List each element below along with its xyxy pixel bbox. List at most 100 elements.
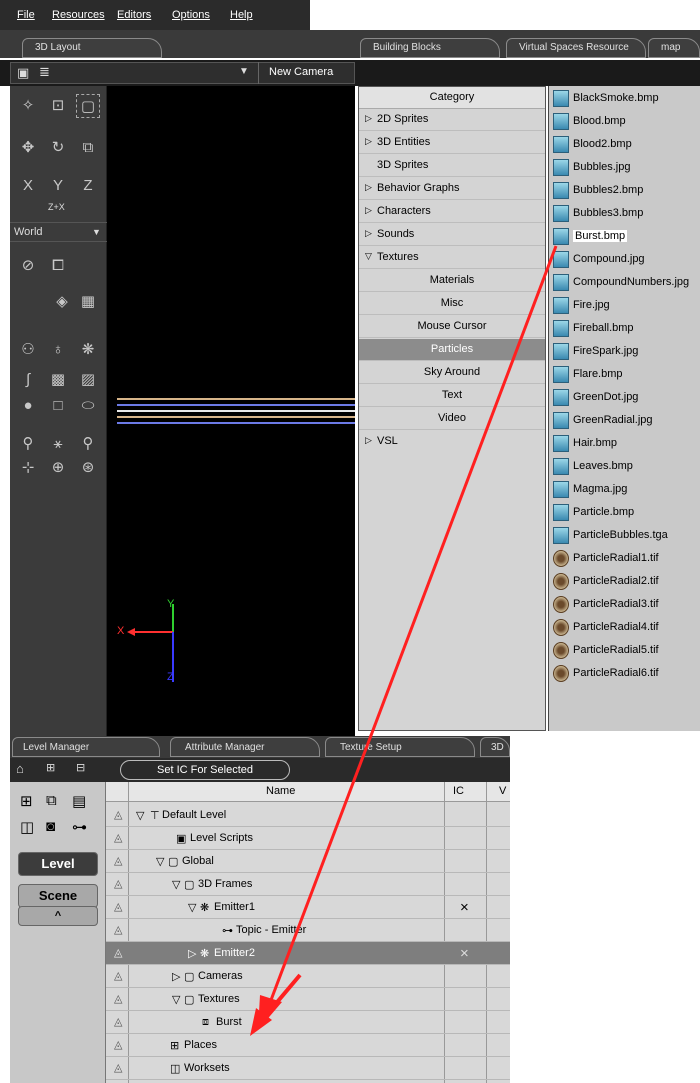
new-camera-button[interactable]: New Camera xyxy=(258,62,355,84)
home-icon[interactable]: ⌂ xyxy=(16,761,24,776)
category-materials[interactable]: Materials xyxy=(359,270,545,292)
file-item[interactable]: BlackSmoke.bmp xyxy=(549,88,700,111)
remove-level-icon[interactable]: ⊟ xyxy=(76,761,85,774)
file-item[interactable]: Blood2.bmp xyxy=(549,134,700,157)
tree-row-burst[interactable]: ◬ ⧈ Burst xyxy=(106,1011,510,1034)
expand-icon[interactable]: ▽ xyxy=(188,901,196,914)
portal-icon[interactable]: ⚹ xyxy=(46,432,70,456)
tree-row-3d-frames[interactable]: ◬ ▽ ▢ 3D Frames xyxy=(106,873,510,896)
axis-y-icon[interactable]: Y xyxy=(46,174,70,198)
tab-level-manager[interactable]: Level Manager xyxy=(12,737,160,757)
category-particles[interactable]: Particles xyxy=(359,339,545,361)
chevron-down-icon[interactable]: ▼ xyxy=(239,66,249,77)
tree-row-cameras[interactable]: ◬ ▷ ▢ Cameras xyxy=(106,965,510,988)
hierarchy-view-icon[interactable]: ⊶ xyxy=(72,818,87,836)
tree-row-level-scripts[interactable]: ◬ ▣ Level Scripts xyxy=(106,827,510,850)
category-2d-sprites[interactable]: ▷ 2D Sprites xyxy=(359,109,545,131)
menu-help[interactable]: Help xyxy=(230,9,253,21)
visibility-icon[interactable]: ◬ xyxy=(114,877,126,890)
box-icon[interactable]: □ xyxy=(46,394,70,418)
expand-icon[interactable]: ▽ xyxy=(136,809,144,822)
character-icon[interactable]: ⚇ xyxy=(16,338,40,362)
curve-icon[interactable]: ∫ xyxy=(16,368,40,392)
visibility-icon[interactable]: ◬ xyxy=(114,808,126,821)
move-icon[interactable]: ✥ xyxy=(16,136,40,160)
file-item[interactable]: Leaves.bmp xyxy=(549,456,700,479)
visibility-icon[interactable]: ◬ xyxy=(114,1015,126,1028)
column-name[interactable]: Name xyxy=(266,785,295,797)
visibility-icon[interactable]: ◬ xyxy=(114,969,126,982)
set-ic-button[interactable]: Set IC For Selected xyxy=(120,760,290,780)
cylinder-icon[interactable]: ⬭ xyxy=(76,394,100,418)
tree-row-worksets[interactable]: ◬ ◫ Worksets xyxy=(106,1057,510,1080)
file-item[interactable]: GreenRadial.jpg xyxy=(549,410,700,433)
file-item[interactable]: Bubbles2.bmp xyxy=(549,180,700,203)
category-mouse-cursor[interactable]: Mouse Cursor xyxy=(359,316,545,338)
ic-mark[interactable]: × xyxy=(460,945,469,962)
copy-view-icon[interactable]: ⧉ xyxy=(46,792,57,809)
category-text[interactable]: Text xyxy=(359,385,545,407)
list-view-icon[interactable]: ▤ xyxy=(72,792,86,810)
tree-row-topic-emitter[interactable]: ◬ ⊶ Topic - Emitter xyxy=(106,919,510,942)
column-ic[interactable]: IC xyxy=(453,785,464,797)
expand-icon[interactable]: ▽ xyxy=(172,878,180,891)
place-icon[interactable]: ⚲ xyxy=(16,432,40,456)
expand-icon[interactable]: ▽ xyxy=(156,855,164,868)
pivot-icon[interactable]: ⊕ xyxy=(46,456,70,480)
tab-texture-setup[interactable]: Texture Setup xyxy=(325,737,475,757)
scale-icon[interactable]: ⧉ xyxy=(76,136,100,160)
link-icon[interactable]: ⊘ xyxy=(16,254,40,278)
3d-viewport[interactable]: Y X Z xyxy=(107,86,355,736)
expand-icon[interactable]: ▷ xyxy=(188,947,196,960)
file-item[interactable]: CompoundNumbers.jpg xyxy=(549,272,700,295)
category-sky-around[interactable]: Sky Around xyxy=(359,362,545,384)
file-item[interactable]: Blood.bmp xyxy=(549,111,700,134)
category-sounds[interactable]: ▷ Sounds xyxy=(359,224,545,246)
menu-resources[interactable]: Resources xyxy=(52,9,105,21)
file-item[interactable]: Particle.bmp xyxy=(549,502,700,525)
file-item[interactable]: Hair.bmp xyxy=(549,433,700,456)
file-item[interactable]: Bubbles3.bmp xyxy=(549,203,700,226)
category-vsl[interactable]: ▷ VSL xyxy=(359,431,545,453)
visibility-icon[interactable]: ◬ xyxy=(114,831,126,844)
file-item[interactable]: ParticleBubbles.tga xyxy=(549,525,700,548)
menu-file[interactable]: File xyxy=(17,9,35,21)
light-icon[interactable]: ♁ xyxy=(46,338,70,362)
level-button[interactable]: Level xyxy=(18,852,98,876)
particle-icon[interactable]: ❋ xyxy=(76,338,100,362)
category-3d-entities[interactable]: ▷ 3D Entities xyxy=(359,132,545,154)
sphere-icon[interactable]: ● xyxy=(16,394,40,418)
file-item[interactable]: Magma.jpg xyxy=(549,479,700,502)
visibility-icon[interactable]: ◬ xyxy=(114,900,126,913)
tree-row-emitter2[interactable]: ◬ ▷ ❋ Emitter2 × xyxy=(106,942,510,965)
file-item[interactable]: ParticleRadial2.tif xyxy=(549,571,700,594)
frame-select-icon[interactable]: ▢ xyxy=(76,94,100,118)
curve-point-icon[interactable]: ⊹ xyxy=(16,456,40,480)
file-item[interactable]: Bubbles.jpg xyxy=(549,157,700,180)
file-item[interactable]: Fire.jpg xyxy=(549,295,700,318)
visibility-icon[interactable]: ◬ xyxy=(114,946,126,959)
file-item[interactable]: Flare.bmp xyxy=(549,364,700,387)
tab-attribute-manager[interactable]: Attribute Manager xyxy=(170,737,320,757)
tab-3d-layout[interactable]: 3D Layout xyxy=(22,38,162,58)
tree-row-default-level[interactable]: ◬ ▽ ⊤ Default Level xyxy=(106,804,510,827)
menu-editors[interactable]: Editors xyxy=(117,9,151,21)
plane-icon[interactable]: ▨ xyxy=(76,368,100,392)
file-item[interactable]: ParticleRadial3.tif xyxy=(549,594,700,617)
file-item[interactable]: GreenDot.jpg xyxy=(549,387,700,410)
world-dropdown[interactable]: World ▼ xyxy=(10,222,107,242)
tree-row-textures[interactable]: ◬ ▽ ▢ Textures xyxy=(106,988,510,1011)
copy-icon[interactable]: ⧠ xyxy=(46,254,70,278)
ic-mark[interactable]: × xyxy=(460,899,469,916)
zoom-icon[interactable]: ⚲ xyxy=(76,432,100,456)
category-misc[interactable]: Misc xyxy=(359,293,545,315)
menu-options[interactable]: Options xyxy=(172,9,210,21)
visibility-icon[interactable]: ◬ xyxy=(114,1061,126,1074)
file-item[interactable]: Compound.jpg xyxy=(549,249,700,272)
visibility-icon[interactable]: ◬ xyxy=(114,992,126,1005)
grid-diamond-icon[interactable]: ◈ xyxy=(50,290,74,314)
camera-icon[interactable]: ▣ xyxy=(17,65,29,81)
lock-icon[interactable]: ⊡ xyxy=(46,94,70,118)
rotate-icon[interactable]: ↻ xyxy=(46,136,70,160)
category-characters[interactable]: ▷ Characters xyxy=(359,201,545,223)
